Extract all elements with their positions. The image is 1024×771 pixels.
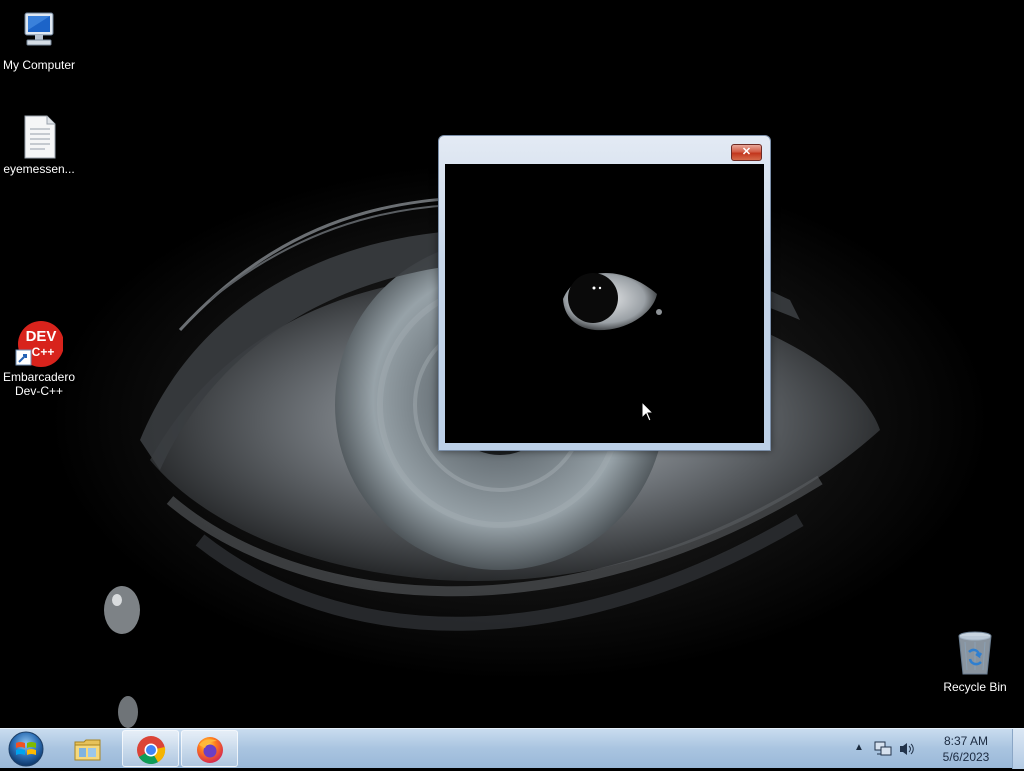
clock[interactable]: 8:37 AM 5/6/2023 bbox=[931, 733, 1001, 765]
taskbar: ▲ 8:37 AM 5/6/2023 bbox=[0, 728, 1024, 769]
window-close-button[interactable]: ✕ bbox=[731, 144, 762, 161]
volume-icon[interactable] bbox=[898, 741, 916, 757]
taskbar-chrome[interactable] bbox=[122, 730, 179, 767]
clock-date: 5/6/2023 bbox=[942, 750, 990, 764]
close-icon: ✕ bbox=[741, 146, 752, 158]
devcpp-badge-sub: C++ bbox=[32, 345, 55, 359]
devcpp-badge-text: DEV bbox=[26, 328, 57, 345]
desktop-icon-label: Embarcadero Dev-C++ bbox=[2, 370, 76, 398]
text-file-icon bbox=[15, 112, 63, 160]
recycle-bin-icon bbox=[951, 630, 999, 678]
window-canvas bbox=[445, 164, 764, 443]
peeking-eye-image bbox=[445, 164, 764, 443]
devcpp-icon: DEV C++ bbox=[15, 320, 64, 368]
windows-logo-icon bbox=[8, 731, 44, 767]
chrome-icon bbox=[137, 736, 166, 764]
firefox-icon bbox=[197, 737, 223, 763]
show-hidden-icons-arrow[interactable]: ▲ bbox=[854, 742, 864, 753]
desktop: My Computer eyemessen... DEV C++ Embarca… bbox=[0, 0, 1024, 728]
show-desktop-button[interactable] bbox=[1012, 729, 1024, 769]
eye-window[interactable]: ✕ bbox=[438, 135, 771, 451]
desktop-icon-label: eyemessen... bbox=[3, 162, 75, 176]
system-tray: ▲ 8:37 AM 5/6/2023 bbox=[854, 729, 1024, 769]
desktop-icon-text-file[interactable]: eyemessen... bbox=[0, 112, 78, 176]
window-titlebar[interactable]: ✕ bbox=[439, 136, 770, 164]
network-icon[interactable] bbox=[874, 741, 892, 757]
taskbar-file-explorer[interactable] bbox=[60, 730, 117, 767]
taskbar-firefox[interactable] bbox=[181, 730, 238, 767]
desktop-icon-label: Recycle Bin bbox=[943, 680, 1007, 694]
clock-time: 8:37 AM bbox=[943, 734, 989, 748]
desktop-icon-my-computer[interactable]: My Computer bbox=[0, 8, 78, 72]
mouse-cursor-icon bbox=[641, 401, 655, 422]
folder-icon bbox=[74, 739, 101, 761]
desktop-icon-recycle-bin[interactable]: Recycle Bin bbox=[936, 630, 1014, 694]
desktop-icon-dev-cpp[interactable]: DEV C++ Embarcadero Dev-C++ bbox=[0, 320, 78, 398]
start-button[interactable] bbox=[4, 730, 48, 768]
desktop-icon-label: My Computer bbox=[2, 58, 76, 72]
computer-icon bbox=[15, 8, 63, 56]
